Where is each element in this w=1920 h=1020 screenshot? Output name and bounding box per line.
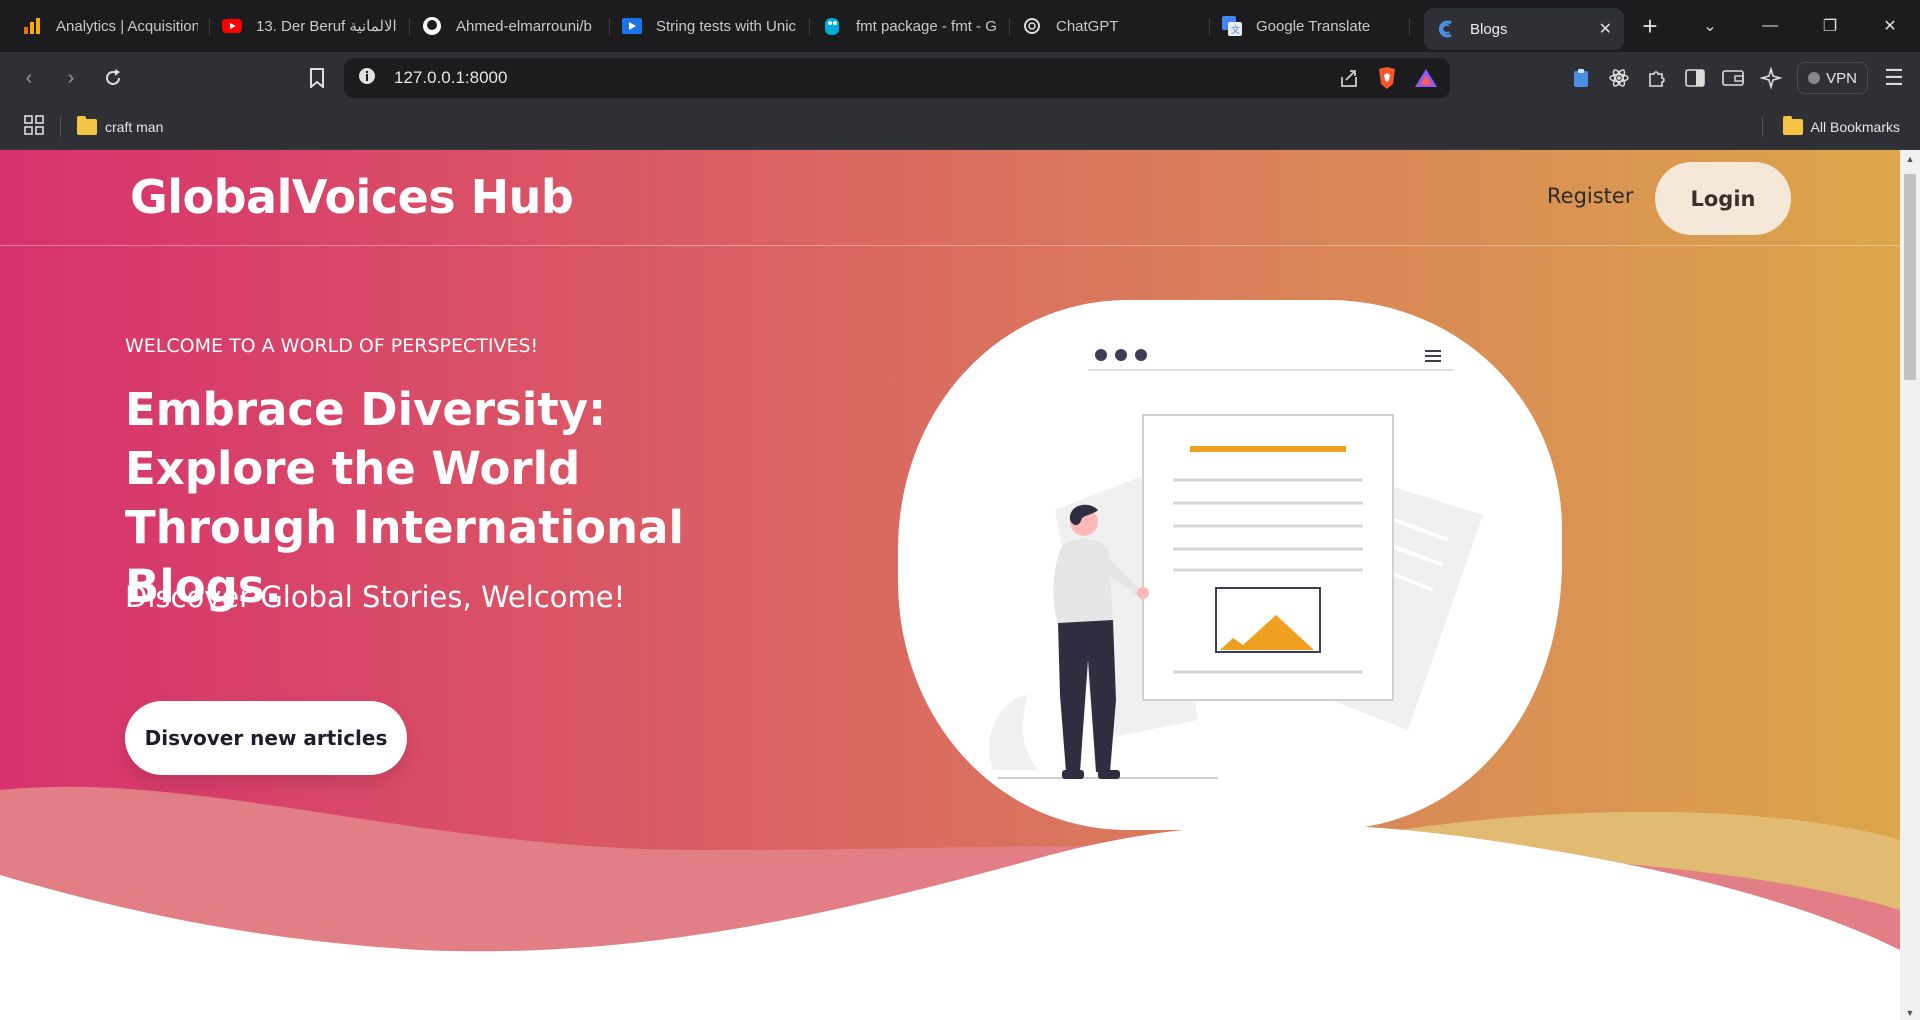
tab-analytics[interactable]: Analytics | Acquisition <box>10 6 210 46</box>
go-gopher-icon <box>822 16 842 36</box>
all-bookmarks-label: All Bookmarks <box>1810 118 1900 135</box>
menu-icon[interactable]: ☰ <box>1882 65 1906 90</box>
tab-title: Blogs <box>1470 20 1508 38</box>
bookmarks-divider <box>1761 116 1763 137</box>
page-scrollbar[interactable]: ▲ ▼ <box>1900 150 1920 1020</box>
url-text: 127.0.0.1:8000 <box>394 68 508 87</box>
brave-rewards-icon[interactable] <box>1414 67 1438 94</box>
folder-icon <box>1782 115 1803 135</box>
youtube-icon <box>222 16 242 36</box>
tab-string-tests[interactable]: String tests with Unic <box>610 6 810 46</box>
vpn-button[interactable]: VPN <box>1797 62 1868 94</box>
close-tab-icon[interactable]: ✕ <box>1599 19 1612 39</box>
leo-ai-icon[interactable] <box>1759 66 1783 90</box>
page-viewport: GlobalVoices Hub Register Login WELCOME … <box>0 150 1900 1020</box>
bookmarks-divider <box>60 116 61 137</box>
clipboard-extension-icon[interactable] <box>1569 66 1593 90</box>
tab-google-translate[interactable]: 文 Google Translate <box>1210 6 1410 46</box>
bookmarks-bar: craft man All Bookmarks <box>0 104 1920 150</box>
forward-icon[interactable]: › <box>52 59 90 97</box>
tab-title: ChatGPT <box>1056 17 1119 35</box>
login-button[interactable]: Login <box>1655 162 1791 235</box>
scrollbar-thumb[interactable] <box>1904 174 1916 380</box>
react-devtools-icon[interactable] <box>1607 66 1631 90</box>
register-link[interactable]: Register <box>1547 184 1633 208</box>
tab-github[interactable]: Ahmed-elmarrouni/b <box>410 6 610 46</box>
hero-subline: Discover Global Stories, Welcome! <box>125 580 626 614</box>
extensions-puzzle-icon[interactable] <box>1645 66 1669 90</box>
analytics-icon <box>22 16 42 36</box>
back-icon[interactable]: ‹ <box>10 59 48 97</box>
blog-icon <box>1436 19 1456 39</box>
bookmark-icon[interactable] <box>298 59 336 97</box>
close-window-icon[interactable]: ✕ <box>1860 16 1920 36</box>
video-icon <box>622 16 642 36</box>
tab-title: String tests with Unic <box>656 17 797 35</box>
scroll-down-arrow-icon[interactable]: ▼ <box>1900 1008 1920 1018</box>
tab-fmt-package[interactable]: fmt package - fmt - G <box>810 6 1010 46</box>
chatgpt-icon <box>1022 16 1042 36</box>
tab-chatgpt[interactable]: ChatGPT <box>1010 6 1210 46</box>
apps-grid-icon[interactable] <box>24 115 44 138</box>
new-tab-button[interactable]: + <box>1630 6 1670 46</box>
omnibox-actions <box>1338 66 1438 95</box>
reload-icon[interactable] <box>94 59 132 97</box>
share-icon[interactable] <box>1338 67 1360 94</box>
vpn-status-icon <box>1808 72 1821 84</box>
extensions-area: VPN ☰ <box>1569 52 1920 104</box>
tab-search-icon[interactable]: ⌄ <box>1680 16 1740 36</box>
all-bookmarks-button[interactable]: All Bookmarks <box>1761 115 1900 137</box>
tab-title: Google Translate <box>1256 17 1371 35</box>
address-bar[interactable]: 127.0.0.1:8000 <box>344 58 1450 98</box>
site-logo[interactable]: GlobalVoices Hub <box>130 170 574 224</box>
github-icon <box>422 16 442 36</box>
blog-illustration <box>898 300 1562 830</box>
restore-icon[interactable]: ❐ <box>1800 16 1860 36</box>
tab-youtube[interactable]: 13. Der Beruf الالمانية <box>210 6 410 46</box>
bookmark-folder-label: craft man <box>105 118 164 135</box>
window-controls: ⌄ — ❐ ✕ <box>1680 0 1920 52</box>
vpn-label: VPN <box>1826 69 1857 87</box>
tab-title: Ahmed-elmarrouni/b <box>456 17 592 35</box>
brave-shields-icon[interactable] <box>1376 66 1398 95</box>
scroll-up-arrow-icon[interactable]: ▲ <box>1900 154 1920 164</box>
hero-section: GlobalVoices Hub Register Login WELCOME … <box>0 150 1900 1020</box>
sidebar-toggle-icon[interactable] <box>1683 66 1707 90</box>
translate-icon: 文 <box>1222 16 1242 36</box>
tab-title: 13. Der Beruf الالمانية <box>256 18 397 35</box>
svg-text:文: 文 <box>1231 24 1240 35</box>
browser-toolbar: ‹ › 127.0.0.1:8000 VPN ☰ <box>0 52 1920 104</box>
hero-kicker: WELCOME TO A WORLD OF PERSPECTIVES! <box>125 335 539 357</box>
bookmark-folder-craft-man[interactable]: craft man <box>77 115 164 135</box>
folder-icon <box>77 115 97 135</box>
site-info-icon[interactable] <box>358 67 376 90</box>
tab-title: Analytics | Acquisition <box>56 17 198 35</box>
tab-blogs[interactable]: Blogs ✕ <box>1424 8 1624 50</box>
site-navbar: GlobalVoices Hub Register Login <box>0 150 1900 246</box>
wallet-icon[interactable] <box>1721 66 1745 90</box>
minimize-icon[interactable]: — <box>1740 17 1800 35</box>
browser-tab-bar: Analytics | Acquisition 13. Der Beruf ال… <box>0 0 1920 52</box>
discover-articles-button[interactable]: Disvover new articles <box>125 701 407 775</box>
tab-title: fmt package - fmt - G <box>856 17 997 35</box>
